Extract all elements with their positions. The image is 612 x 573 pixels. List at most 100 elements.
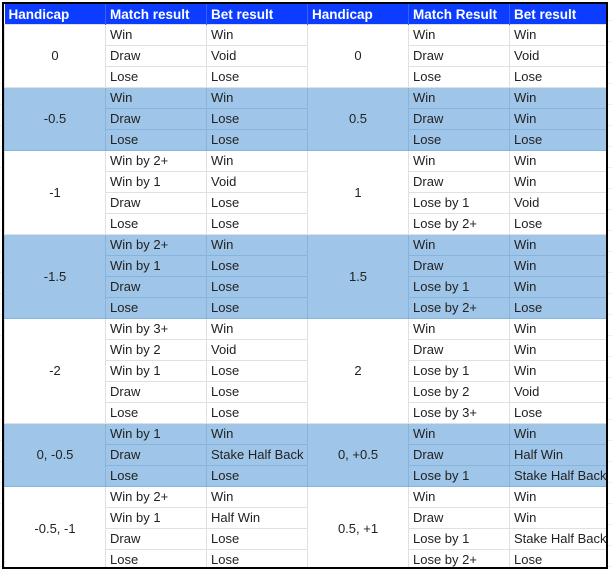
bet-result-cell[interactable]: Lose (206, 255, 308, 277)
header-handicap-right[interactable]: Handicap (307, 4, 409, 25)
match-result-cell[interactable]: Win (105, 24, 207, 46)
match-result-cell[interactable]: Win (408, 150, 510, 172)
match-result-cell[interactable]: Draw (105, 108, 207, 130)
match-result-cell[interactable]: Win (408, 87, 510, 109)
handicap-cell-left[interactable]: -0.5, -1 (4, 486, 106, 567)
handicap-cell-right[interactable]: 1.5 (307, 234, 409, 319)
handicap-cell-left[interactable]: -1 (4, 150, 106, 235)
bet-result-cell[interactable]: Win (509, 234, 606, 256)
bet-result-cell[interactable]: Lose (206, 297, 308, 319)
bet-result-cell[interactable]: Lose (206, 66, 308, 88)
match-result-cell[interactable]: Lose (408, 66, 510, 88)
bet-result-cell[interactable]: Lose (206, 192, 308, 214)
match-result-cell[interactable]: Lose (408, 129, 510, 151)
match-result-cell[interactable]: Lose by 1 (408, 192, 510, 214)
match-result-cell[interactable]: Lose (105, 549, 207, 567)
bet-result-cell[interactable]: Lose (206, 276, 308, 298)
bet-result-cell[interactable]: Win (206, 318, 308, 340)
handicap-cell-right[interactable]: 0.5 (307, 87, 409, 151)
handicap-cell-right[interactable]: 0.5, +1 (307, 486, 409, 567)
match-result-cell[interactable]: Win by 2+ (105, 486, 207, 508)
match-result-cell[interactable]: Draw (105, 381, 207, 403)
match-result-cell[interactable]: Draw (105, 192, 207, 214)
bet-result-cell[interactable]: Win (509, 87, 606, 109)
match-result-cell[interactable]: Win by 1 (105, 171, 207, 193)
bet-result-cell[interactable]: Lose (206, 465, 308, 487)
bet-result-cell[interactable]: Lose (509, 213, 606, 235)
bet-result-cell[interactable]: Win (509, 171, 606, 193)
match-result-cell[interactable]: Draw (105, 528, 207, 550)
handicap-cell-left[interactable]: 0 (4, 24, 106, 88)
handicap-cell-left[interactable]: 0, -0.5 (4, 423, 106, 487)
header-bet-result-right[interactable]: Bet result (509, 4, 606, 25)
handicap-cell-right[interactable]: 1 (307, 150, 409, 235)
match-result-cell[interactable]: Lose by 1 (408, 276, 510, 298)
bet-result-cell[interactable]: Lose (206, 549, 308, 567)
bet-result-cell[interactable]: Stake Half Back (206, 444, 308, 466)
bet-result-cell[interactable]: Lose (509, 402, 606, 424)
bet-result-cell[interactable]: Lose (206, 213, 308, 235)
match-result-cell[interactable]: Draw (408, 45, 510, 67)
match-result-cell[interactable]: Lose (105, 465, 207, 487)
match-result-cell[interactable]: Draw (408, 339, 510, 361)
bet-result-cell[interactable]: Win (206, 423, 308, 445)
match-result-cell[interactable]: Lose by 2+ (408, 297, 510, 319)
handicap-cell-left[interactable]: -2 (4, 318, 106, 424)
bet-result-cell[interactable]: Lose (206, 528, 308, 550)
header-handicap-left[interactable]: Handicap (4, 4, 106, 25)
match-result-cell[interactable]: Lose (105, 66, 207, 88)
bet-result-cell[interactable]: Win (509, 318, 606, 340)
match-result-cell[interactable]: Lose (105, 402, 207, 424)
bet-result-cell[interactable]: Void (206, 45, 308, 67)
match-result-cell[interactable]: Lose by 3+ (408, 402, 510, 424)
match-result-cell[interactable]: Lose by 1 (408, 360, 510, 382)
match-result-cell[interactable]: Win by 2 (105, 339, 207, 361)
bet-result-cell[interactable]: Half Win (509, 444, 606, 466)
bet-result-cell[interactable]: Win (509, 507, 606, 529)
bet-result-cell[interactable]: Win (206, 486, 308, 508)
bet-result-cell[interactable]: Win (509, 423, 606, 445)
bet-result-cell[interactable]: Lose (509, 549, 606, 567)
bet-result-cell[interactable]: Stake Half Back (509, 528, 606, 550)
match-result-cell[interactable]: Lose by 2+ (408, 213, 510, 235)
bet-result-cell[interactable]: Half Win (206, 507, 308, 529)
bet-result-cell[interactable]: Lose (509, 66, 606, 88)
match-result-cell[interactable]: Win (408, 234, 510, 256)
bet-result-cell[interactable]: Win (206, 24, 308, 46)
match-result-cell[interactable]: Draw (408, 444, 510, 466)
header-bet-result-left[interactable]: Bet result (206, 4, 308, 25)
match-result-cell[interactable]: Draw (105, 276, 207, 298)
match-result-cell[interactable]: Win (408, 486, 510, 508)
bet-result-cell[interactable]: Void (206, 339, 308, 361)
bet-result-cell[interactable]: Lose (509, 297, 606, 319)
handicap-cell-left[interactable]: -0.5 (4, 87, 106, 151)
match-result-cell[interactable]: Win (408, 318, 510, 340)
match-result-cell[interactable]: Draw (408, 171, 510, 193)
bet-result-cell[interactable]: Void (509, 192, 606, 214)
match-result-cell[interactable]: Lose by 2+ (408, 549, 510, 567)
bet-result-cell[interactable]: Win (509, 255, 606, 277)
match-result-cell[interactable]: Draw (408, 255, 510, 277)
bet-result-cell[interactable]: Win (509, 360, 606, 382)
bet-result-cell[interactable]: Win (509, 108, 606, 130)
bet-result-cell[interactable]: Win (509, 339, 606, 361)
match-result-cell[interactable]: Draw (408, 507, 510, 529)
bet-result-cell[interactable]: Stake Half Back (509, 465, 606, 487)
match-result-cell[interactable]: Lose by 1 (408, 465, 510, 487)
match-result-cell[interactable]: Win (408, 423, 510, 445)
match-result-cell[interactable]: Win by 1 (105, 255, 207, 277)
header-match-result-right[interactable]: Match Result (408, 4, 510, 25)
match-result-cell[interactable]: Lose (105, 297, 207, 319)
bet-result-cell[interactable]: Win (206, 87, 308, 109)
match-result-cell[interactable]: Win by 3+ (105, 318, 207, 340)
match-result-cell[interactable]: Win by 1 (105, 423, 207, 445)
handicap-cell-right[interactable]: 0 (307, 24, 409, 88)
match-result-cell[interactable]: Lose by 1 (408, 528, 510, 550)
bet-result-cell[interactable]: Win (509, 486, 606, 508)
bet-result-cell[interactable]: Lose (206, 129, 308, 151)
bet-result-cell[interactable]: Win (509, 150, 606, 172)
bet-result-cell[interactable]: Lose (206, 360, 308, 382)
match-result-cell[interactable]: Win by 2+ (105, 234, 207, 256)
match-result-cell[interactable]: Win (408, 24, 510, 46)
match-result-cell[interactable]: Lose by 2 (408, 381, 510, 403)
